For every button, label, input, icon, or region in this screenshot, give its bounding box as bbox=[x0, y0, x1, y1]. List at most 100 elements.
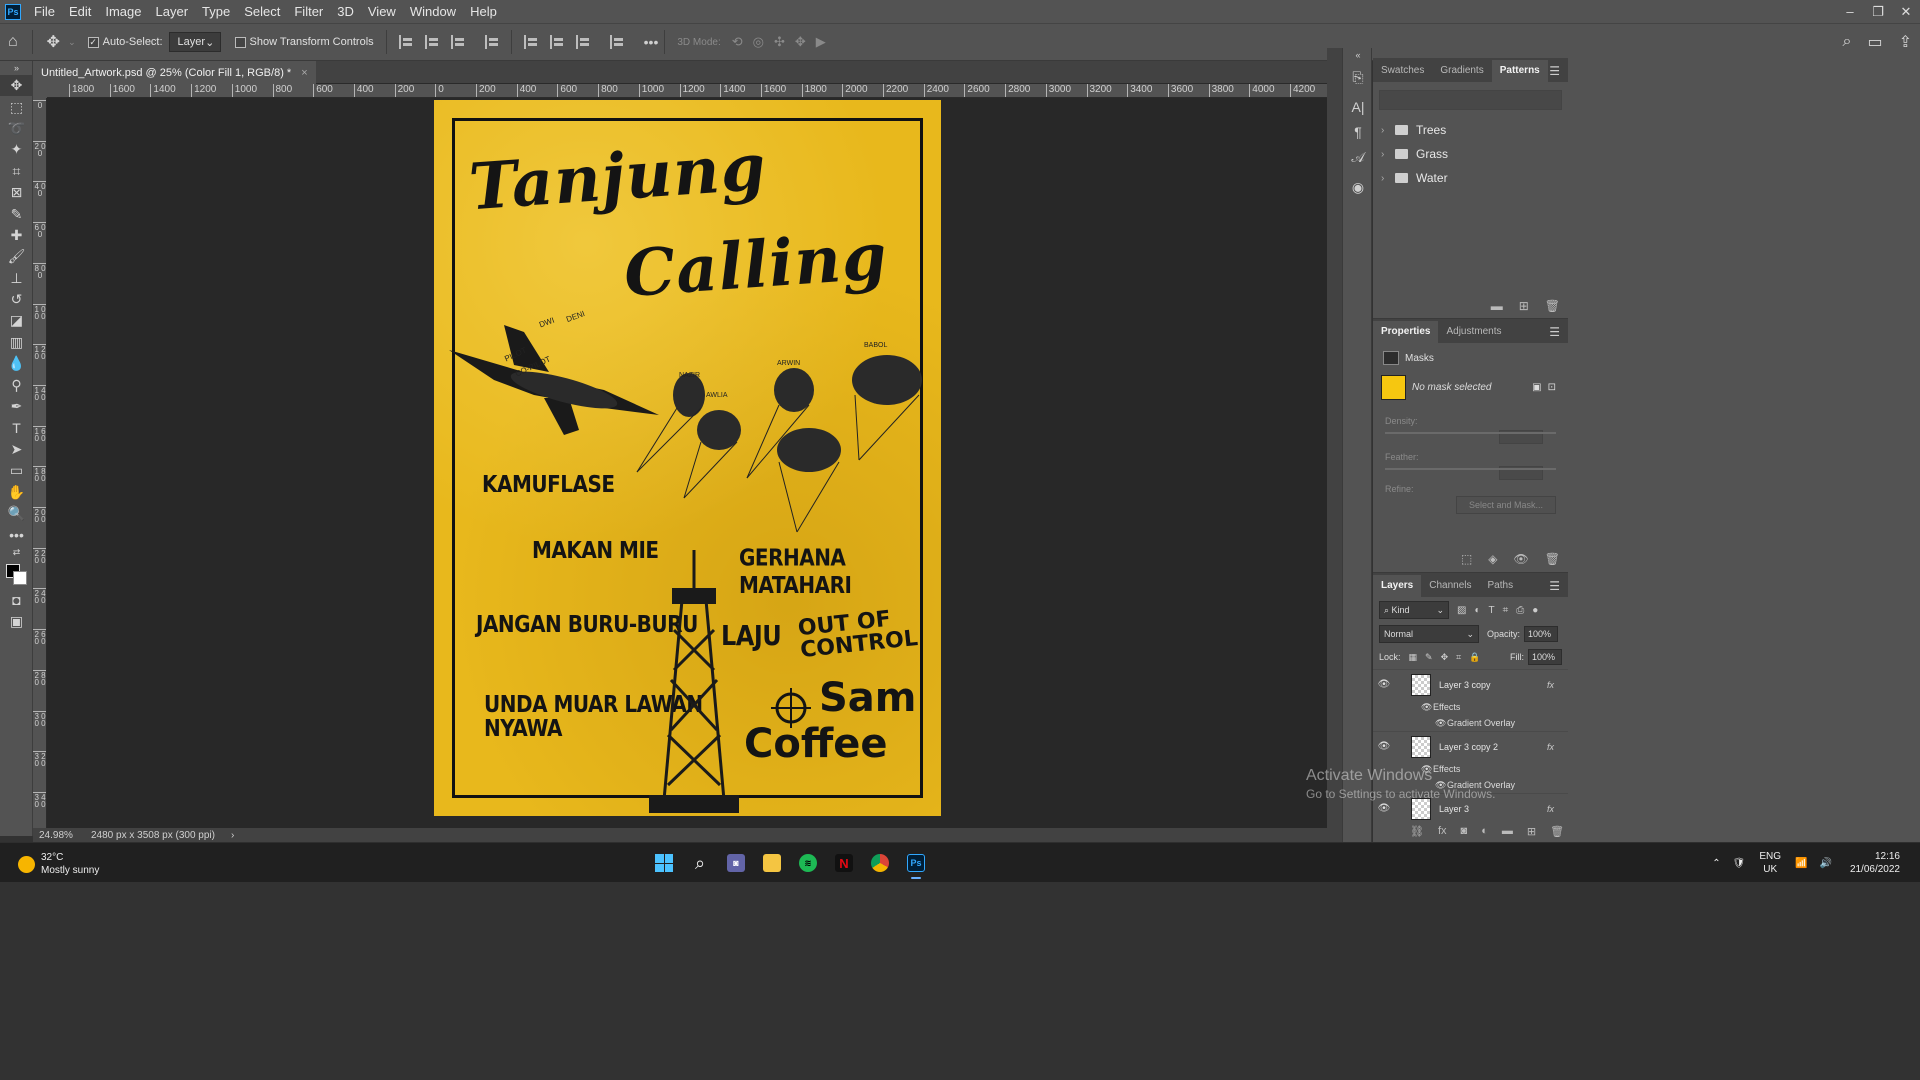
align-right-icon[interactable] bbox=[450, 35, 465, 49]
close-tab-icon[interactable]: × bbox=[301, 67, 307, 79]
move-tool-icon[interactable]: ✥ bbox=[47, 32, 60, 52]
quick-mask-icon[interactable]: ◘ bbox=[0, 590, 33, 611]
chrome-button[interactable] bbox=[862, 849, 898, 877]
start-button[interactable] bbox=[646, 849, 682, 877]
menu-file[interactable]: File bbox=[27, 0, 62, 23]
horizontal-ruler[interactable]: 1800 1600 1400 1200 1000 800 600 400 200 0 200 400 6… bbox=[47, 84, 1327, 98]
panel-menu-icon[interactable]: ☰ bbox=[1549, 321, 1560, 343]
delete-icon[interactable]: 🗑 bbox=[1545, 299, 1560, 313]
menu-type[interactable]: Type bbox=[195, 0, 237, 23]
layer-row[interactable]: 👁 Layer 3 copy 2 fx bbox=[1373, 731, 1568, 761]
menu-window[interactable]: Window bbox=[403, 0, 463, 23]
character-panel-icon[interactable]: A| bbox=[1343, 92, 1373, 122]
visibility-eye-icon[interactable]: 👁 bbox=[1373, 803, 1395, 814]
fx-icon[interactable]: fx bbox=[1547, 804, 1554, 814]
pattern-folder-water[interactable]: › Water bbox=[1373, 166, 1568, 190]
color-swatches[interactable] bbox=[0, 560, 33, 590]
distribute-vertical-icon[interactable] bbox=[609, 35, 624, 49]
minimize-icon[interactable]: – bbox=[1836, 4, 1864, 20]
spotify-button[interactable]: ≋ bbox=[790, 849, 826, 877]
visibility-eye-icon[interactable]: 👁 bbox=[1435, 718, 1447, 729]
dodge-tool-icon[interactable]: ⚲ bbox=[0, 374, 33, 395]
tab-paths[interactable]: Paths bbox=[1480, 575, 1522, 597]
lock-pixels-icon[interactable]: ✎ bbox=[1425, 652, 1433, 663]
tab-gradients[interactable]: Gradients bbox=[1432, 60, 1491, 82]
tab-patterns[interactable]: Patterns bbox=[1491, 60, 1548, 82]
menu-select[interactable]: Select bbox=[237, 0, 287, 23]
3d-camera-icon[interactable]: ▶ bbox=[816, 34, 826, 50]
crop-tool-icon[interactable]: ⌗ bbox=[0, 161, 33, 182]
teams-chat-button[interactable]: ◙ bbox=[718, 849, 754, 877]
wifi-icon[interactable]: 📶 bbox=[1795, 858, 1807, 869]
canvas-area[interactable]: Tanjung Calling PILOT DWI CO-PILOT DENI bbox=[47, 98, 1327, 828]
blend-mode-dropdown[interactable]: Normal ⌄ bbox=[1379, 625, 1479, 643]
visibility-eye-icon[interactable]: 👁 bbox=[1421, 702, 1433, 713]
tab-adjustments[interactable]: Adjustments bbox=[1438, 321, 1509, 343]
new-adjustment-icon[interactable]: ◐ bbox=[1481, 825, 1488, 838]
paragraph-panel-icon[interactable]: ¶ bbox=[1343, 122, 1373, 142]
blur-tool-icon[interactable]: 💧 bbox=[0, 353, 33, 374]
kind-filter-dropdown[interactable]: ⌕ Kind ⌄ bbox=[1379, 601, 1449, 619]
collapse-icon[interactable]: » bbox=[0, 61, 33, 75]
menu-filter[interactable]: Filter bbox=[287, 0, 330, 23]
artboard[interactable]: Tanjung Calling PILOT DWI CO-PILOT DENI bbox=[434, 100, 941, 816]
filter-shape-icon[interactable]: ⌗ bbox=[1503, 605, 1509, 616]
fill-field[interactable]: 100% bbox=[1528, 649, 1562, 665]
add-vector-mask-icon[interactable]: ⊡ bbox=[1548, 382, 1556, 393]
screen-mode-icon[interactable]: ▣ bbox=[0, 611, 33, 632]
vertical-ruler[interactable]: 02 0 04 0 06 0 08 0 01 0 0 01 2 0 01 4 0… bbox=[33, 98, 47, 828]
foreground-background-colors[interactable] bbox=[5, 563, 28, 586]
filter-smart-object-icon[interactable]: ⎙ bbox=[1516, 605, 1524, 616]
lock-all-icon[interactable]: 🔒 bbox=[1469, 652, 1480, 663]
lock-artboard-icon[interactable]: ⌗ bbox=[1456, 652, 1461, 663]
patterns-search-input[interactable] bbox=[1379, 90, 1562, 110]
weather-widget[interactable]: 32°C Mostly sunny bbox=[18, 851, 99, 877]
apply-mask-icon[interactable]: ◈ bbox=[1488, 552, 1497, 566]
lock-transparent-icon[interactable]: ▦ bbox=[1409, 652, 1418, 663]
color-panel-icon[interactable]: ◉ bbox=[1343, 172, 1373, 202]
gradient-tool-icon[interactable]: ▥ bbox=[0, 332, 33, 353]
defender-icon[interactable]: 🛡 bbox=[1733, 858, 1746, 869]
pen-tool-icon[interactable]: ✒ bbox=[0, 396, 33, 417]
lasso-tool-icon[interactable]: ➰ bbox=[0, 118, 33, 139]
type-tool-icon[interactable]: T bbox=[0, 417, 33, 438]
fx-icon[interactable]: fx bbox=[1547, 680, 1554, 690]
restore-icon[interactable]: ❐ bbox=[1864, 4, 1892, 20]
fx-icon[interactable]: fx bbox=[1547, 742, 1554, 752]
close-icon[interactable]: ✕ bbox=[1892, 4, 1920, 20]
feather-slider[interactable] bbox=[1385, 468, 1556, 470]
chevron-down-icon[interactable]: ⌄ bbox=[68, 37, 76, 48]
tab-swatches[interactable]: Swatches bbox=[1373, 60, 1432, 82]
marquee-tool-icon[interactable]: ⬚ bbox=[0, 96, 33, 117]
lock-position-icon[interactable]: ✥ bbox=[1441, 652, 1449, 663]
magic-wand-tool-icon[interactable]: ✦ bbox=[0, 139, 33, 160]
search-button[interactable]: ⌕ bbox=[682, 849, 718, 877]
zoom-level[interactable]: 24.98% bbox=[33, 830, 81, 841]
more-options-icon[interactable]: ••• bbox=[644, 34, 659, 50]
auto-select-checkbox[interactable]: ✓ Auto-Select: bbox=[87, 36, 163, 48]
new-group-icon[interactable]: ▬ bbox=[1502, 825, 1513, 838]
align-center-icon[interactable] bbox=[424, 35, 439, 49]
photoshop-taskbar-button[interactable]: Ps bbox=[898, 849, 934, 879]
distribute-icon[interactable] bbox=[484, 35, 499, 49]
volume-icon[interactable]: 🔊 bbox=[1819, 858, 1831, 869]
align-left-icon[interactable] bbox=[398, 35, 413, 49]
path-selection-tool-icon[interactable]: ➤ bbox=[0, 439, 33, 460]
hand-tool-icon[interactable]: ✋ bbox=[0, 481, 33, 502]
menu-layer[interactable]: Layer bbox=[149, 0, 196, 23]
eraser-tool-icon[interactable]: ◪ bbox=[0, 310, 33, 331]
glyphs-panel-icon[interactable]: 𝒜 bbox=[1343, 142, 1373, 172]
menu-help[interactable]: Help bbox=[463, 0, 504, 23]
collapse-icon[interactable]: « bbox=[1343, 48, 1373, 62]
eyedropper-tool-icon[interactable]: ✎ bbox=[0, 203, 33, 224]
fill-color-swatch[interactable] bbox=[1381, 375, 1406, 400]
visibility-eye-icon[interactable]: 👁 bbox=[1373, 741, 1395, 752]
filter-adjustment-icon[interactable]: ◐ bbox=[1474, 605, 1480, 616]
new-pattern-icon[interactable]: ⊞ bbox=[1519, 299, 1529, 313]
align-bottom-icon[interactable] bbox=[575, 35, 590, 49]
tab-properties[interactable]: Properties bbox=[1373, 321, 1439, 343]
rectangle-tool-icon[interactable]: ▭ bbox=[0, 460, 33, 481]
chevron-right-icon[interactable]: › bbox=[231, 830, 234, 841]
panel-menu-icon[interactable]: ☰ bbox=[1549, 575, 1560, 597]
healing-brush-tool-icon[interactable]: ✚ bbox=[0, 225, 33, 246]
